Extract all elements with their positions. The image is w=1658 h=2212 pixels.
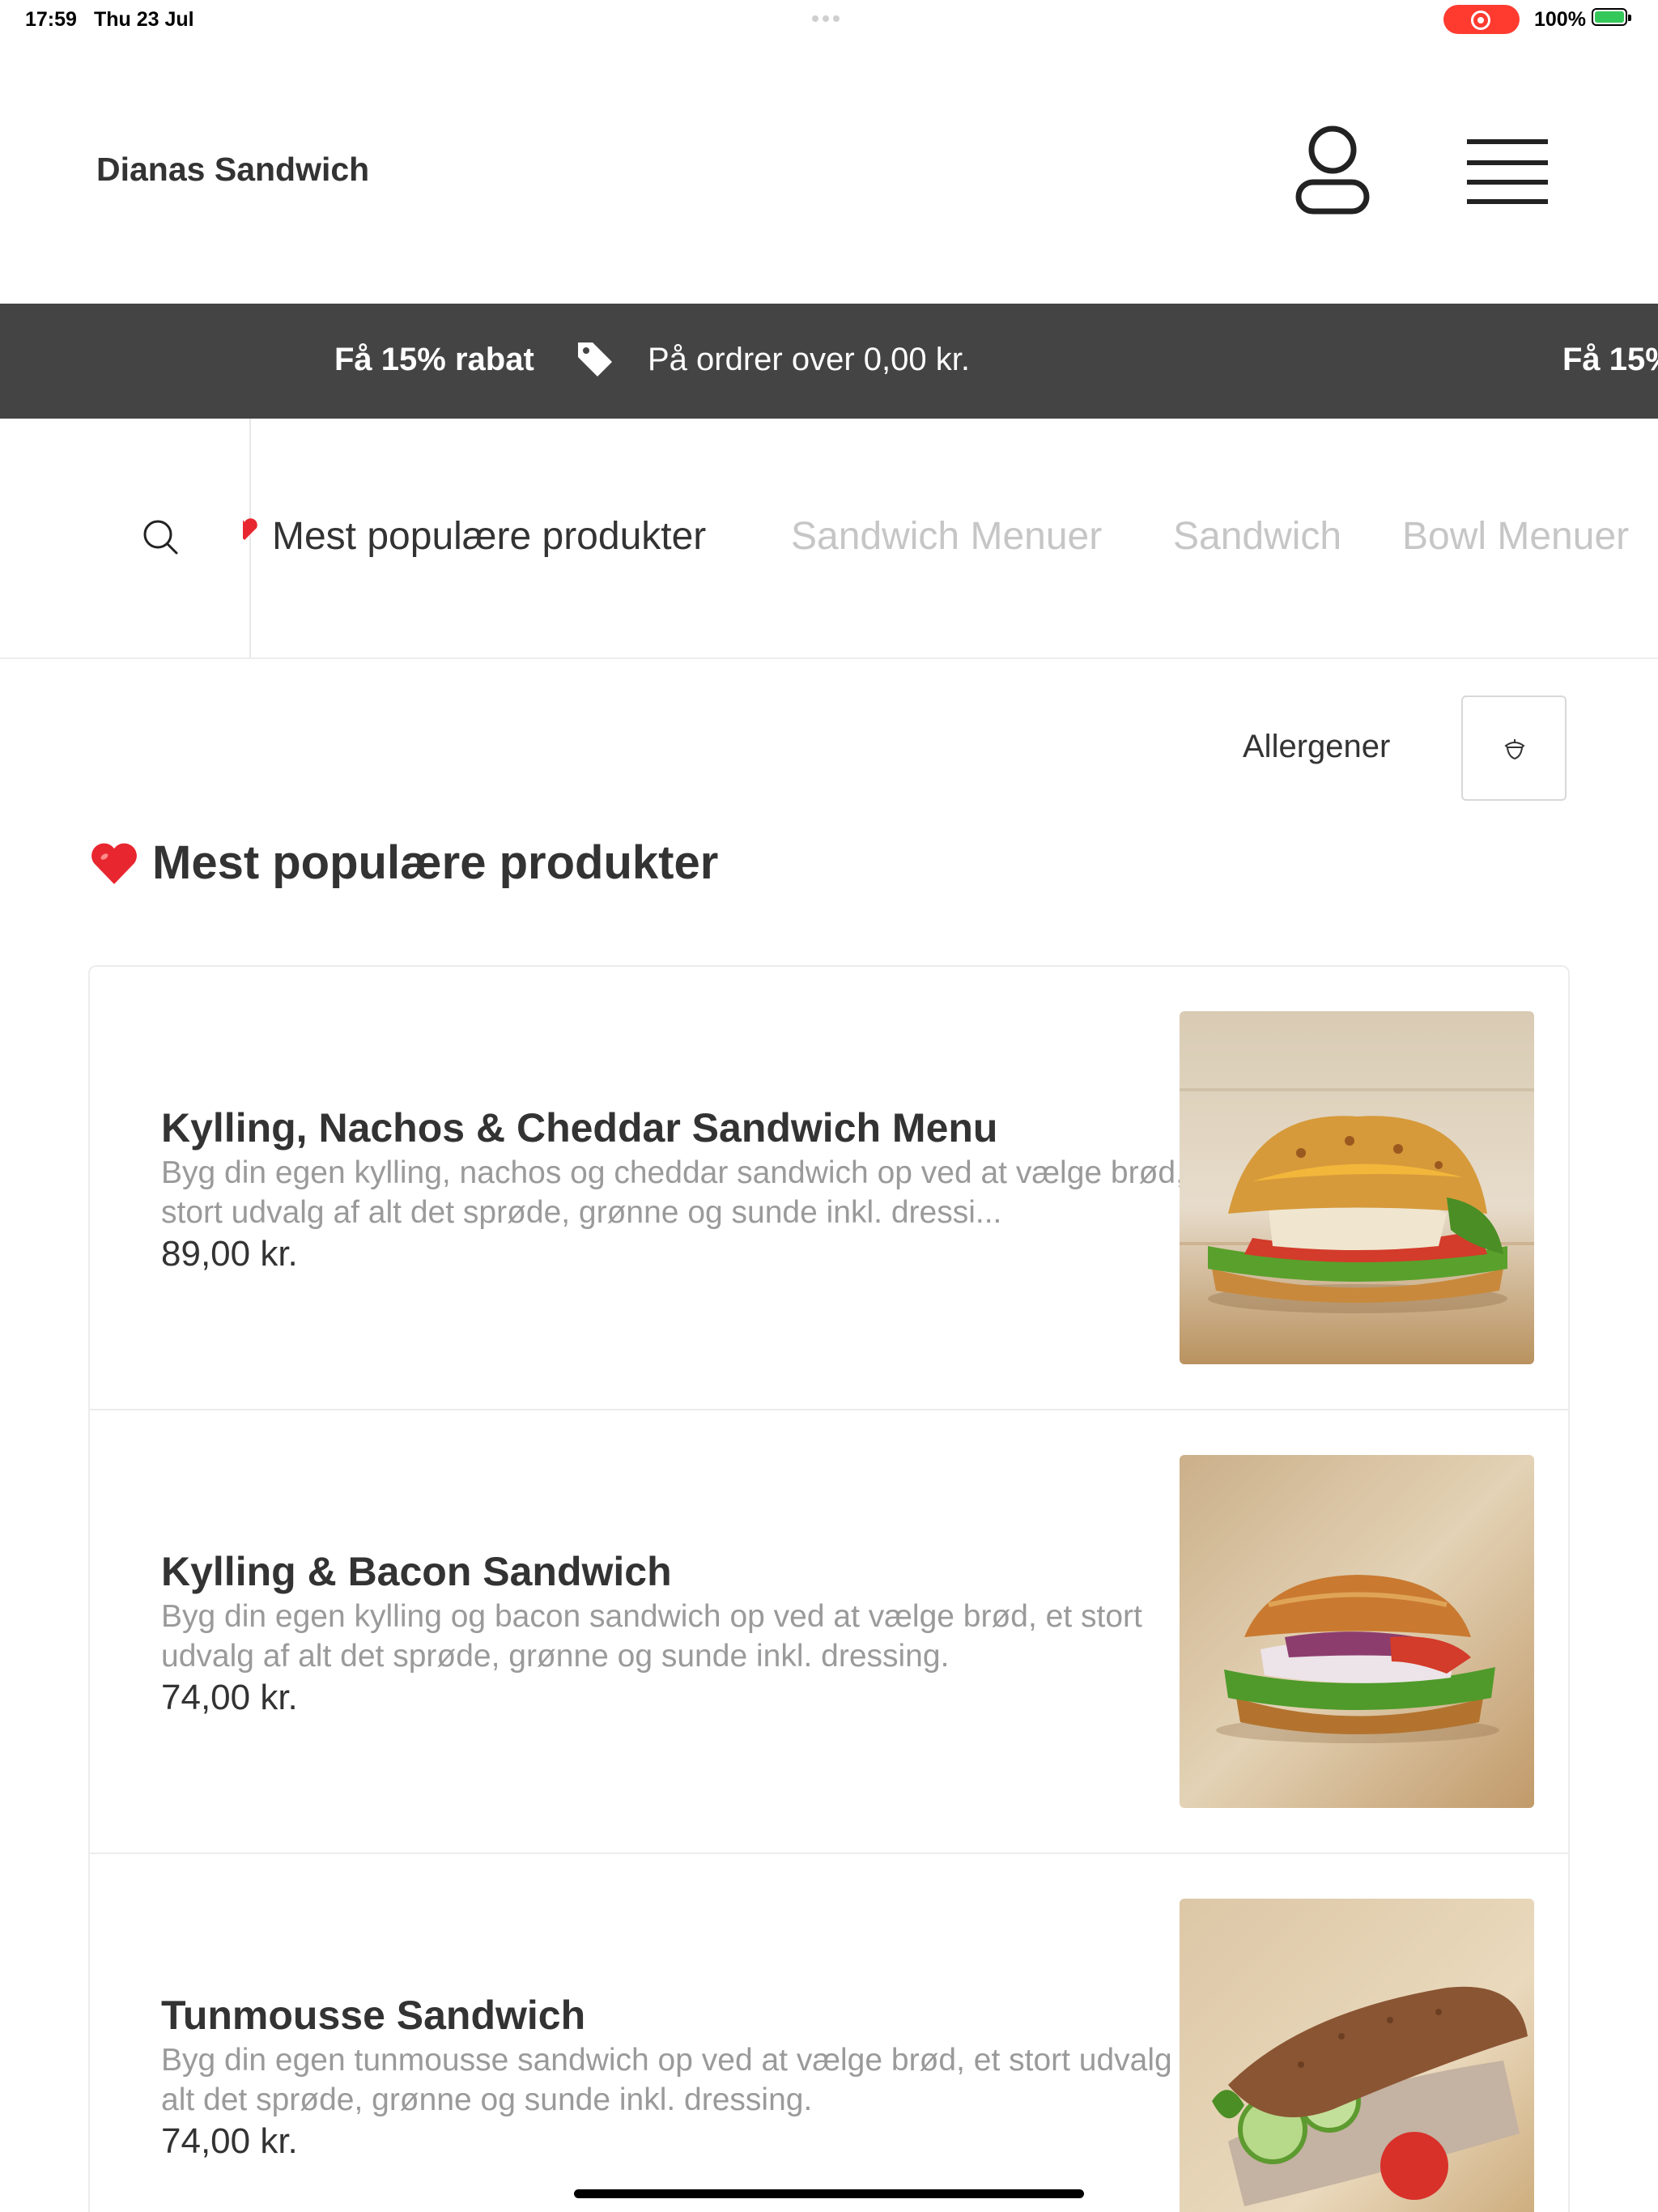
category-nav: Mest populære produkter Sandwich Menuer … <box>0 419 1658 659</box>
search-button[interactable] <box>0 419 251 657</box>
product-price: 74,00 kr. <box>161 2121 298 2161</box>
product-image[interactable] <box>1180 1455 1534 1808</box>
heart-icon <box>89 839 139 889</box>
section-title: Mest populære produkter <box>152 836 719 889</box>
allergens-label[interactable]: Allergener <box>1243 729 1390 765</box>
product-description: Byg din egen tunmousse sandwich op ved a… <box>161 2043 1208 2117</box>
home-indicator[interactable] <box>574 2189 1084 2198</box>
promo-title-repeat: Få 15% <box>1562 342 1658 377</box>
promo-text: På ordrer over 0,00 kr. <box>648 342 970 377</box>
product-image[interactable] <box>1180 1899 1534 2212</box>
tab-sandwich[interactable]: Sandwich <box>1173 514 1341 559</box>
tag-icon <box>575 339 615 380</box>
product-name: Tunmousse Sandwich <box>161 1993 586 2038</box>
multitasking-dots-icon[interactable] <box>812 11 846 22</box>
product-list: Kylling, Nachos & Cheddar Sandwich Menu … <box>88 965 1570 2212</box>
product-price: 74,00 kr. <box>161 1678 298 1717</box>
product-card[interactable]: Kylling, Nachos & Cheddar Sandwich Menu … <box>90 967 1568 1410</box>
promo-banner: Få 15% rabat På ordrer over 0,00 kr. Få … <box>0 304 1658 419</box>
product-card[interactable]: Tunmousse Sandwich Byg din egen tunmouss… <box>90 1854 1568 2212</box>
brand-name[interactable]: Dianas Sandwich <box>96 151 369 189</box>
user-icon[interactable] <box>1294 125 1371 216</box>
status-bar: 17:59 Thu 23 Jul 100% <box>0 0 1658 40</box>
promo-title: Få 15% rabat <box>334 342 534 377</box>
heart-icon <box>243 517 257 542</box>
product-image[interactable] <box>1180 1011 1534 1364</box>
product-description: Byg din egen kylling, nachos og cheddar … <box>161 1155 1220 1230</box>
battery-percentage: 100% <box>1534 8 1586 31</box>
status-date: Thu 23 Jul <box>94 8 194 31</box>
product-price: 89,00 kr. <box>161 1234 298 1274</box>
product-description: Byg din egen kylling og bacon sandwich o… <box>161 1599 1142 1674</box>
product-card[interactable]: Kylling & Bacon Sandwich Byg din egen ky… <box>90 1410 1568 1854</box>
status-time: 17:59 <box>25 8 77 31</box>
search-icon <box>143 520 178 555</box>
battery-charging-icon <box>1592 8 1631 26</box>
tab-sandwich-menus[interactable]: Sandwich Menuer <box>791 514 1102 559</box>
screen-recording-icon[interactable] <box>1443 5 1520 34</box>
product-name: Kylling & Bacon Sandwich <box>161 1549 672 1594</box>
hamburger-menu-icon[interactable] <box>1467 138 1548 206</box>
acorn-icon <box>1504 739 1525 760</box>
product-name: Kylling, Nachos & Cheddar Sandwich Menu <box>161 1105 998 1151</box>
tab-most-popular[interactable]: Mest populære produkter <box>272 514 706 559</box>
allergens-button[interactable] <box>1461 696 1567 801</box>
tab-bowl-menus[interactable]: Bowl Menuer <box>1402 514 1629 559</box>
